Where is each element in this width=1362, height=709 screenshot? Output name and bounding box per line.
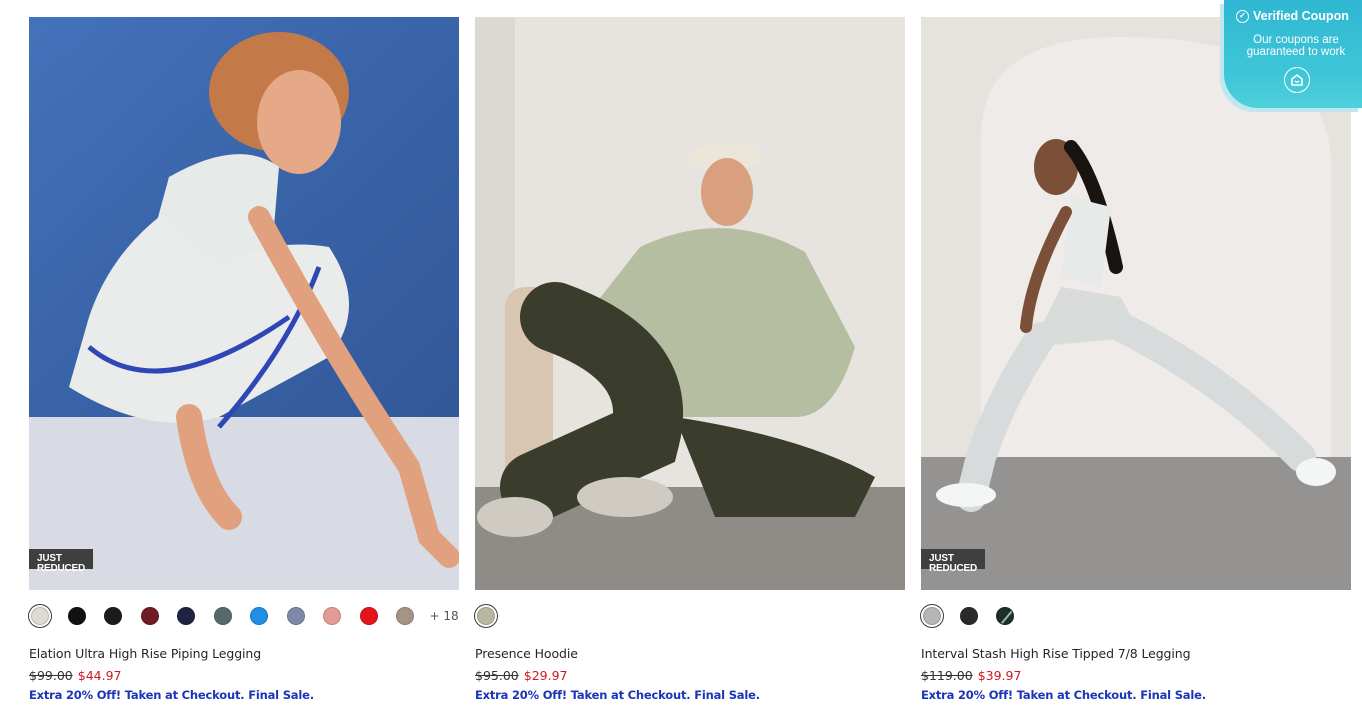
color-swatch[interactable] (923, 607, 941, 625)
color-swatch[interactable] (359, 607, 378, 625)
verified-coupon-widget[interactable]: ✓ Verified Coupon Our coupons are guaran… (1224, 0, 1362, 108)
color-swatch[interactable] (250, 607, 268, 625)
original-price: $119.00 (921, 668, 973, 683)
original-price: $95.00 (475, 668, 519, 683)
check-circle-icon: ✓ (1236, 9, 1249, 23)
color-swatches (923, 605, 1033, 627)
price-row: $99.00 $44.97 (29, 668, 122, 683)
color-swatch[interactable] (323, 607, 341, 625)
product-image[interactable] (29, 17, 459, 590)
coupon-title-text: Verified Coupon (1253, 9, 1349, 23)
coupon-logo-icon[interactable] (1284, 67, 1310, 93)
sale-price: $44.97 (77, 668, 122, 683)
just-reduced-badge: JUST REDUCED (921, 549, 986, 574)
product-name[interactable]: Elation Ultra High Rise Piping Legging (29, 646, 261, 661)
promo-text: Extra 20% Off! Taken at Checkout. Final … (475, 688, 760, 702)
coupon-title: ✓ Verified Coupon (1236, 9, 1349, 23)
product-image[interactable] (475, 17, 905, 590)
more-colors-link[interactable]: + 18 (430, 609, 459, 623)
product-name[interactable]: Presence Hoodie (475, 646, 578, 661)
color-swatch[interactable] (477, 607, 495, 625)
sale-price: $39.97 (977, 668, 1022, 683)
color-swatch[interactable] (213, 607, 232, 625)
color-swatches: + 18 (31, 605, 459, 627)
color-swatch[interactable] (104, 607, 122, 625)
color-swatch[interactable] (959, 607, 978, 625)
price-row: $95.00 $29.97 (475, 668, 568, 683)
color-swatch[interactable] (396, 607, 414, 625)
product-card[interactable]: JUST REDUCED + 18 Elation Ultra High Ris… (29, 17, 459, 702)
color-swatch[interactable] (177, 607, 195, 625)
promo-text: Extra 20% Off! Taken at Checkout. Final … (921, 688, 1206, 702)
color-swatch[interactable] (286, 607, 305, 625)
product-card[interactable]: Presence Hoodie $95.00 $29.97 Extra 20% O… (475, 17, 905, 702)
color-swatch[interactable] (31, 607, 49, 625)
product-name[interactable]: Interval Stash High Rise Tipped 7/8 Legg… (921, 646, 1191, 661)
original-price: $99.00 (29, 668, 73, 683)
promo-text: Extra 20% Off! Taken at Checkout. Final … (29, 688, 314, 702)
color-swatch[interactable] (67, 607, 86, 625)
color-swatch[interactable] (140, 607, 159, 625)
color-swatches (477, 605, 514, 627)
color-swatch[interactable] (996, 607, 1014, 625)
coupon-subtitle: Our coupons are guaranteed to work (1246, 34, 1346, 58)
product-grid: JUST REDUCED + 18 Elation Ultra High Ris… (29, 17, 1351, 709)
price-row: $119.00 $39.97 (921, 668, 1021, 683)
sale-price: $29.97 (523, 668, 568, 683)
just-reduced-badge: JUST REDUCED (29, 549, 94, 574)
